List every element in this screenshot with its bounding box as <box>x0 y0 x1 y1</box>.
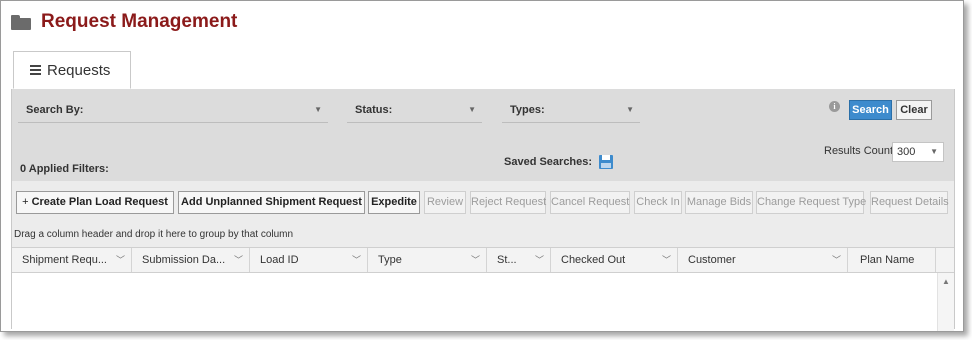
results-count-value: 300 <box>897 146 916 158</box>
clear-button[interactable]: Clear <box>896 100 932 120</box>
chevron-down-icon: ▼ <box>930 147 938 156</box>
check-in-button[interactable]: Check In <box>634 191 682 214</box>
chevron-down-icon: ▼ <box>626 105 634 114</box>
create-plan-label: Create Plan Load Request <box>31 196 168 208</box>
create-plan-load-request-button[interactable]: + Create Plan Load Request <box>16 191 174 214</box>
column-customer[interactable]: Customer ﹀ <box>678 248 848 272</box>
group-by-hint[interactable]: Drag a column header and drop it here to… <box>12 225 954 245</box>
tab-requests-label: Requests <box>47 61 111 79</box>
request-details-button[interactable]: Request Details <box>870 191 949 214</box>
add-unplanned-shipment-button[interactable]: Add Unplanned Shipment Request <box>178 191 365 214</box>
save-disk-icon[interactable] <box>599 155 614 169</box>
grid-body: ▲ <box>12 273 954 331</box>
app-window: Request Management Requests Search By: ▼… <box>0 0 964 332</box>
menu-icon <box>30 63 41 77</box>
chevron-down-icon: ▼ <box>468 105 476 114</box>
page-title: Request Management <box>41 11 238 32</box>
review-button[interactable]: Review <box>424 191 466 214</box>
types-dropdown[interactable]: Types: ▼ <box>502 99 640 123</box>
chevron-down-icon[interactable]: ﹀ <box>116 248 125 272</box>
saved-searches: Saved Searches: <box>504 155 614 169</box>
column-label: Shipment Requ... <box>22 254 107 266</box>
column-checked-out[interactable]: Checked Out ﹀ <box>551 248 678 272</box>
folder-icon <box>11 14 31 30</box>
status-label: Status: <box>355 104 393 116</box>
tab-bar: Requests <box>11 51 955 90</box>
chevron-down-icon[interactable]: ﹀ <box>535 248 544 272</box>
cancel-request-button[interactable]: Cancel Request <box>550 191 630 214</box>
status-dropdown[interactable]: Status: ▼ <box>347 99 482 123</box>
chevron-down-icon[interactable]: ﹀ <box>662 248 671 272</box>
grid-header: Shipment Requ... ﹀ Submission Da... ﹀ Load… <box>12 247 954 273</box>
page-header: Request Management <box>11 9 237 35</box>
info-icon[interactable]: i <box>829 101 840 112</box>
column-plan-name[interactable]: Plan Name <box>848 248 936 272</box>
scroll-up-icon[interactable]: ▲ <box>942 277 950 286</box>
reject-request-button[interactable]: Reject Request <box>470 191 546 214</box>
search-by-dropdown[interactable]: Search By: ▼ <box>18 99 328 123</box>
vertical-scrollbar[interactable]: ▲ <box>937 273 954 331</box>
saved-searches-label: Saved Searches: <box>504 156 593 168</box>
types-label: Types: <box>510 104 545 116</box>
results-count-label: Results Count: <box>824 145 897 157</box>
search-bar: Search By: ▼ Status: ▼ Types: ▼ i Search… <box>12 89 954 181</box>
column-label: Submission Da... <box>142 254 226 266</box>
plus-icon: + <box>22 196 32 208</box>
column-label: Load ID <box>260 254 299 266</box>
applied-filters: 0 Applied Filters: <box>20 163 109 175</box>
column-label: Plan Name <box>860 254 915 266</box>
expedite-button[interactable]: Expedite <box>368 191 420 214</box>
search-button[interactable]: Search <box>849 100 892 120</box>
chevron-down-icon[interactable]: ﹀ <box>234 248 243 272</box>
column-type[interactable]: Type ﹀ <box>368 248 487 272</box>
column-label: Customer <box>688 254 736 266</box>
chevron-down-icon[interactable]: ﹀ <box>352 248 361 272</box>
column-load-id[interactable]: Load ID ﹀ <box>250 248 368 272</box>
column-status[interactable]: St... ﹀ <box>487 248 551 272</box>
column-shipment-request[interactable]: Shipment Requ... ﹀ <box>12 248 132 272</box>
search-by-label: Search By: <box>26 104 84 116</box>
column-submission-date[interactable]: Submission Da... ﹀ <box>132 248 250 272</box>
chevron-down-icon[interactable]: ﹀ <box>471 248 480 272</box>
column-label: Checked Out <box>561 254 626 266</box>
requests-panel: Search By: ▼ Status: ▼ Types: ▼ i Search… <box>11 89 955 331</box>
chevron-down-icon[interactable]: ﹀ <box>832 248 841 272</box>
change-request-type-button[interactable]: Change Request Type <box>756 191 866 214</box>
chevron-down-icon: ▼ <box>314 105 322 114</box>
manage-bids-button[interactable]: Manage Bids <box>685 191 753 214</box>
tab-requests[interactable]: Requests <box>13 51 131 89</box>
action-toolbar: + Create Plan Load Request Add Unplanned… <box>12 187 954 217</box>
column-label: Type <box>378 254 402 266</box>
column-label: St... <box>497 254 517 266</box>
results-count-select[interactable]: 300 ▼ <box>892 142 944 162</box>
